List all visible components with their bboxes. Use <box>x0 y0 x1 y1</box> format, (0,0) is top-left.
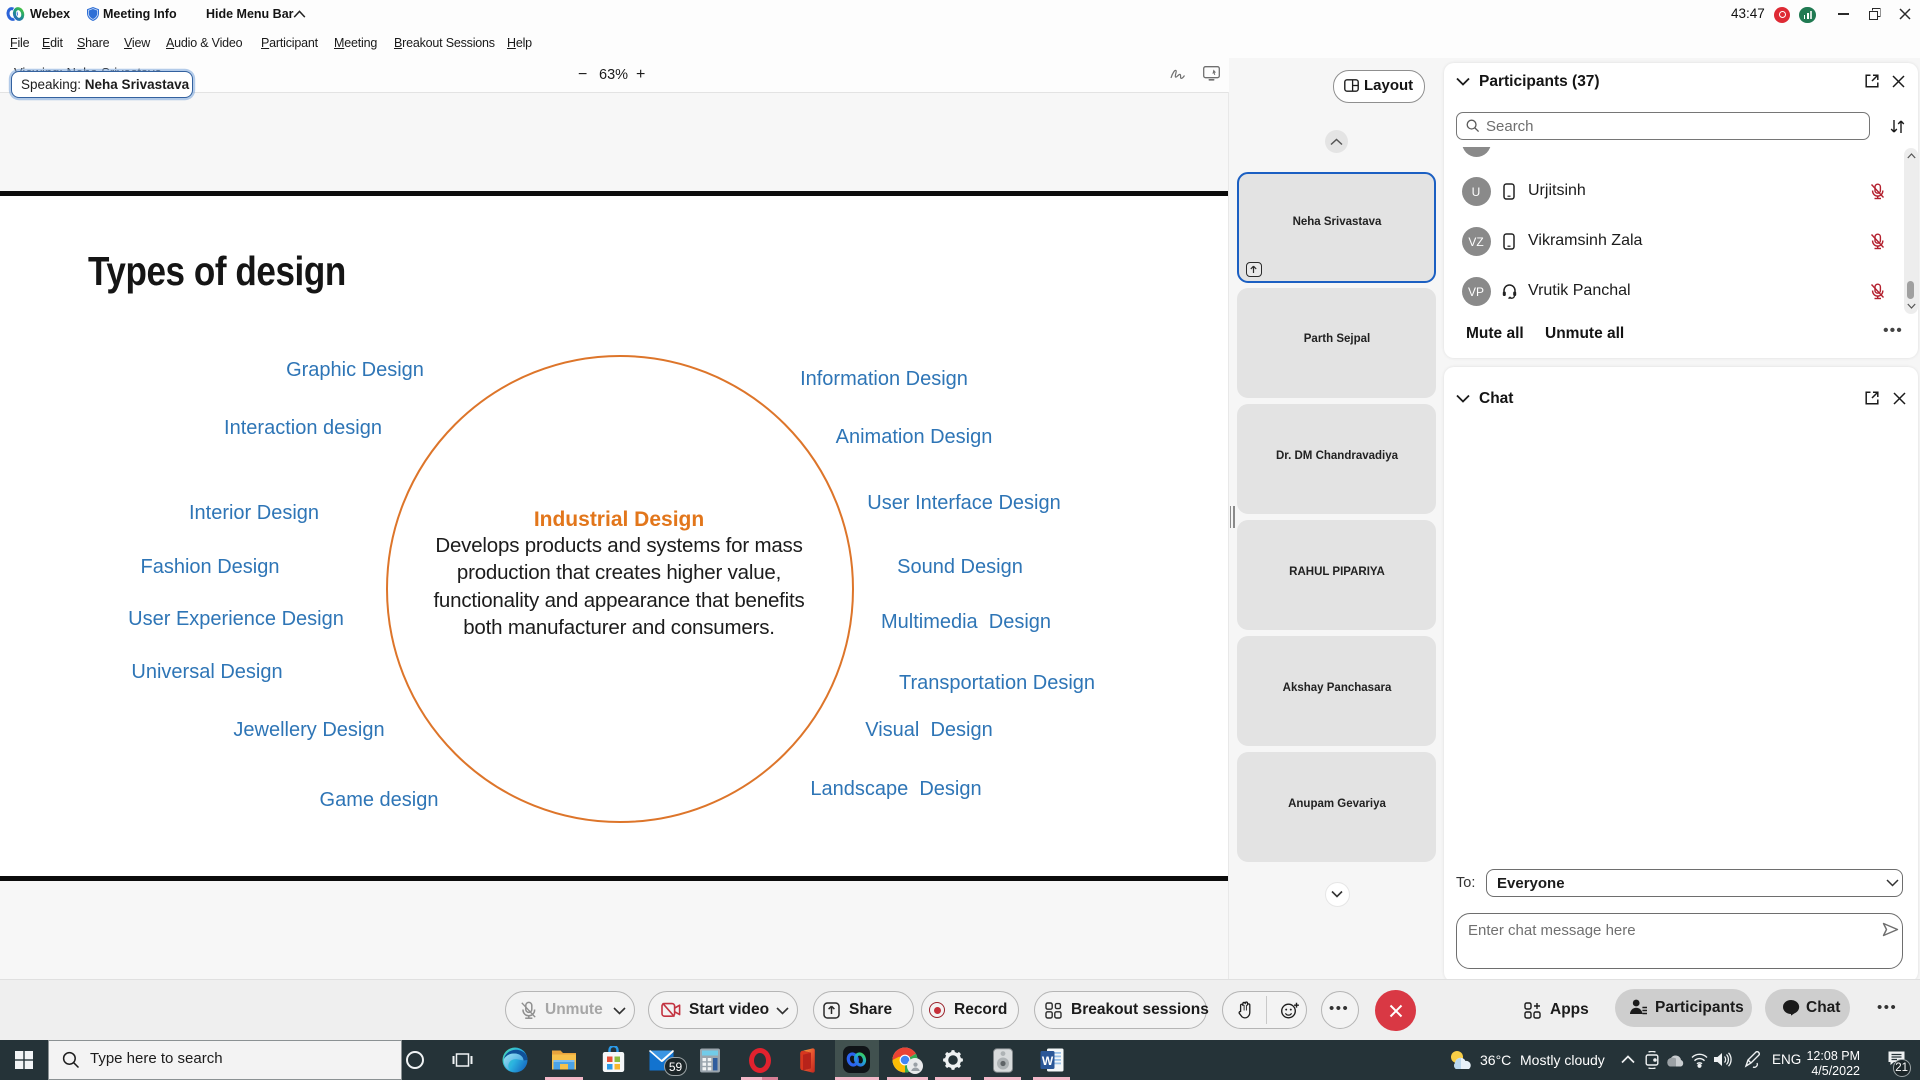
svg-text:W: W <box>1042 1054 1054 1068</box>
